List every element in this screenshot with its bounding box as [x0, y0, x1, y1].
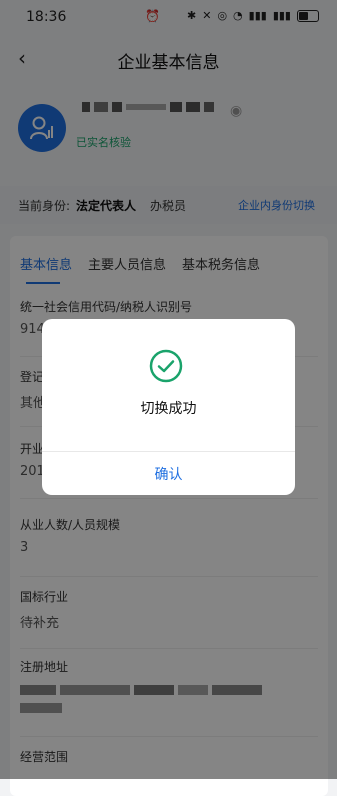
- dialog-message: 切换成功: [140, 401, 197, 417]
- success-dialog: 切换成功 确认: [42, 319, 295, 495]
- dialog-divider: [42, 451, 295, 452]
- confirm-button[interactable]: 确认: [42, 464, 295, 484]
- check-circle-icon: [149, 349, 183, 383]
